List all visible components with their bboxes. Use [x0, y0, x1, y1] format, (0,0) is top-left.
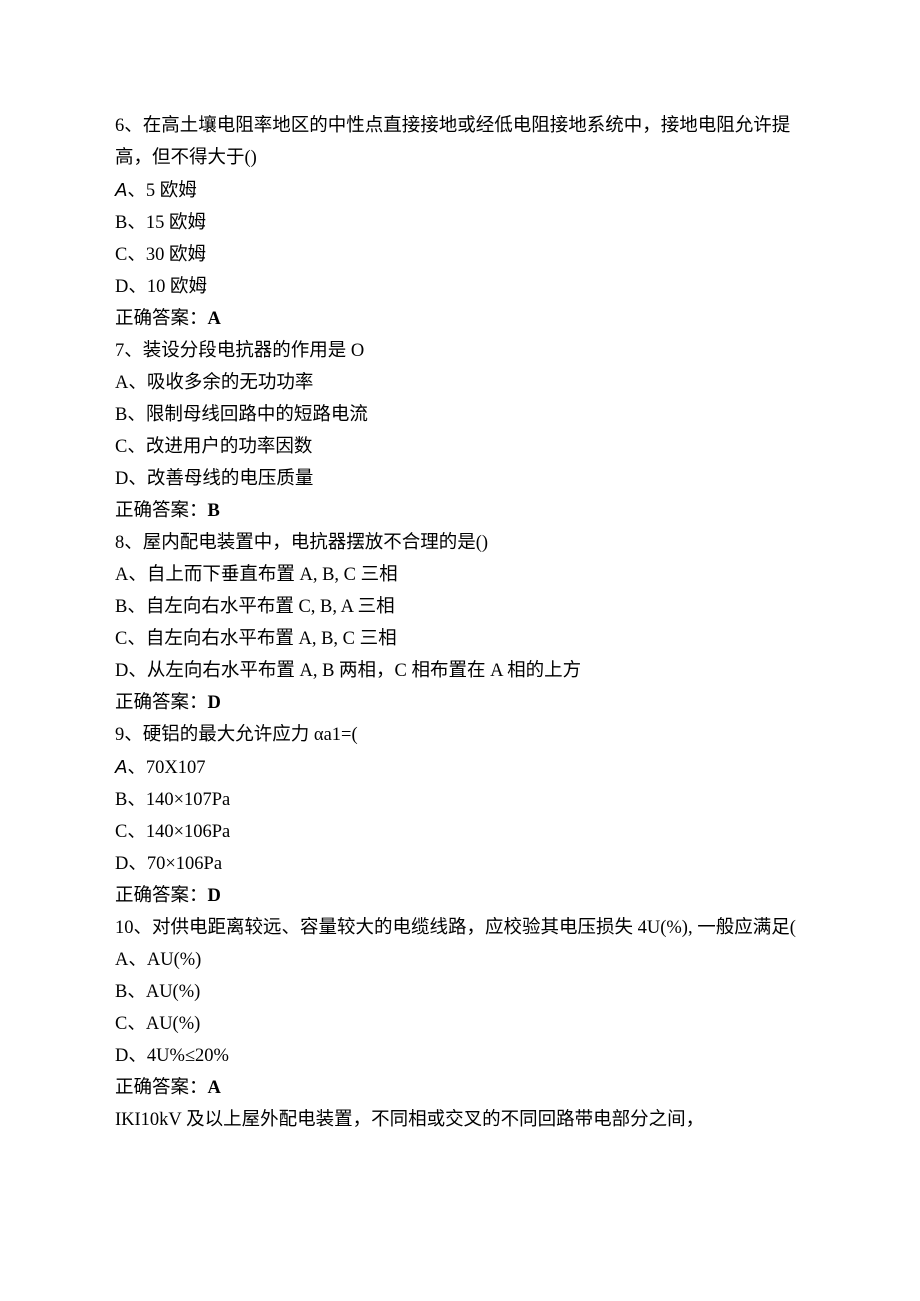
q6-answer-label: 正确答案： [115, 309, 208, 329]
q7-stem: 7、装设分段电抗器的作用是 O [115, 335, 805, 367]
tail-line: IKI10kV 及以上屋外配电装置，不同相或交叉的不同回路带电部分之间， [115, 1104, 805, 1136]
q8-answer-value: D [208, 693, 221, 713]
q8-answer-label: 正确答案： [115, 693, 208, 713]
q6-option-b: B、15 欧姆 [115, 207, 805, 239]
q6-stem: 6、在高土壤电阻率地区的中性点直接接地或经低电阻接地系统中，接地电阻允许提高，但… [115, 110, 805, 174]
q8-option-d: D、从左向右水平布置 A, B 两相，C 相布置在 A 相的上方 [115, 655, 805, 687]
q8-option-b: B、自左向右水平布置 C, B, A 三相 [115, 591, 805, 623]
q10-answer: 正确答案：A [115, 1072, 805, 1104]
q10-answer-value: A [208, 1078, 221, 1098]
document-page: 6、在高土壤电阻率地区的中性点直接接地或经低电阻接地系统中，接地电阻允许提高，但… [0, 0, 920, 1196]
q10-answer-label: 正确答案： [115, 1078, 208, 1098]
q7-answer: 正确答案：B [115, 495, 805, 527]
q10-stem: 10、对供电距离较远、容量较大的电缆线路，应校验其电压损失 4U(%), 一般应… [115, 912, 805, 944]
q8-stem: 8、屋内配电装置中，电抗器摆放不合理的是() [115, 527, 805, 559]
q7-answer-value: B [208, 501, 220, 521]
q6-option-c: C、30 欧姆 [115, 239, 805, 271]
q9-a-text: 、70X107 [127, 758, 205, 778]
q8-option-c: C、自左向右水平布置 A, B, C 三相 [115, 623, 805, 655]
q10-option-b: B、AU(%) [115, 976, 805, 1008]
q7-option-b: B、限制母线回路中的短路电流 [115, 399, 805, 431]
q9-answer: 正确答案：D [115, 880, 805, 912]
q7-answer-label: 正确答案： [115, 501, 208, 521]
q9-a-prefix: A [115, 756, 127, 777]
q6-option-a: A、5 欧姆 [115, 174, 805, 207]
q6-a-prefix: A [115, 179, 127, 200]
q7-option-c: C、改进用户的功率因数 [115, 431, 805, 463]
q10-option-a: A、AU(%) [115, 944, 805, 976]
q8-answer: 正确答案：D [115, 687, 805, 719]
q6-answer-value: A [208, 309, 221, 329]
q9-option-a: A、70X107 [115, 751, 805, 784]
q8-option-a: A、自上而下垂直布置 A, B, C 三相 [115, 559, 805, 591]
q10-option-d: D、4U%≤20% [115, 1040, 805, 1072]
q9-answer-label: 正确答案： [115, 886, 208, 906]
q6-option-d: D、10 欧姆 [115, 271, 805, 303]
q10-option-c: C、AU(%) [115, 1008, 805, 1040]
q6-a-text: 、5 欧姆 [127, 181, 196, 201]
q9-option-c: C、140×106Pa [115, 816, 805, 848]
q7-option-d: D、改善母线的电压质量 [115, 463, 805, 495]
q9-stem: 9、硬铝的最大允许应力 αa1=( [115, 719, 805, 751]
q9-option-d: D、70×106Pa [115, 848, 805, 880]
q9-answer-value: D [208, 886, 221, 906]
q9-option-b: B、140×107Pa [115, 784, 805, 816]
q6-answer: 正确答案：A [115, 303, 805, 335]
q7-option-a: A、吸收多余的无功功率 [115, 367, 805, 399]
